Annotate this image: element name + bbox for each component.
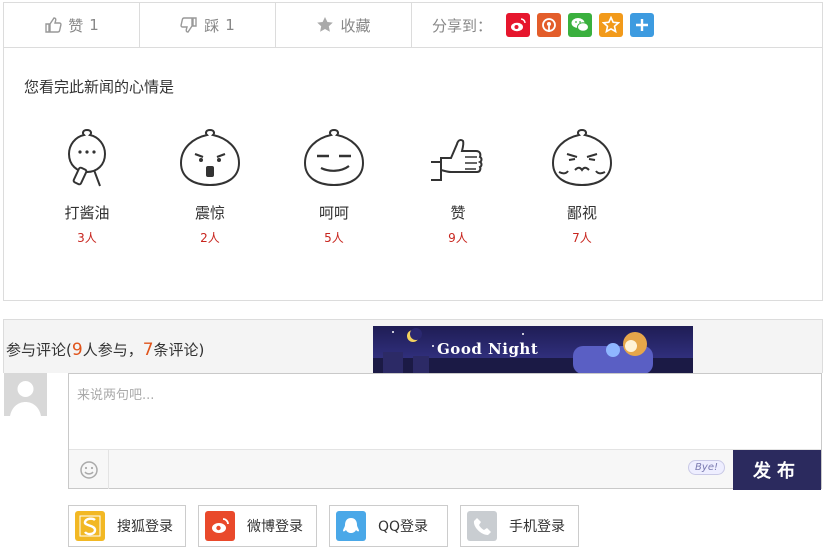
phone-icon (467, 511, 497, 541)
count-suffix: 条评论) (153, 341, 205, 359)
mood-item-like[interactable]: 赞 9人 (413, 124, 503, 246)
like-label: 赞 (68, 16, 84, 35)
share-weibo-button[interactable] (506, 13, 530, 37)
like-button[interactable]: 赞 1 (4, 3, 139, 47)
phone-login-button[interactable]: 手机登录 (460, 505, 579, 547)
like-count: 1 (89, 16, 99, 34)
dislike-label: 踩 (204, 16, 220, 35)
bye-badge: Bye! (688, 460, 725, 475)
comments-header: 参与评论(9人参与，7条评论) Good Night (3, 319, 823, 374)
comments-title: 参与评论(9人参与，7条评论) (6, 339, 204, 360)
participants-suffix: 人参与， (82, 341, 143, 359)
comment-toolbar: Bye! 发布 (69, 449, 821, 490)
mood-count: 3人 (77, 231, 97, 245)
smiley-icon (79, 460, 98, 479)
share-more-button[interactable] (630, 13, 654, 37)
mood-item-soy-sauce[interactable]: 打酱油 3人 (42, 124, 132, 246)
emoji-button[interactable] (69, 450, 109, 489)
weibo-login-label: 微博登录 (247, 519, 303, 535)
good-night-banner: Good Night (373, 326, 693, 374)
weibo-login-button[interactable]: 微博登录 (198, 505, 317, 547)
weibo-icon (205, 511, 235, 541)
mood-label: 呵呵 (318, 204, 349, 222)
favorite-label: 收藏 (340, 16, 371, 35)
mood-panel: 您看完此新闻的心情是 打酱油 3人 震惊 2人 呵呵 5人 赞 9人 鄙视 7人 (3, 48, 823, 301)
qq-login-label: QQ登录 (378, 519, 429, 535)
mood-count: 2人 (200, 231, 220, 245)
sohu-login-label: 搜狐登录 (117, 519, 173, 535)
share-qzone-button[interactable] (599, 13, 623, 37)
participant-count: 9 (71, 340, 83, 360)
qq-login-button[interactable]: QQ登录 (329, 505, 448, 547)
thumbs-up-drawing-icon (431, 139, 483, 181)
mood-label: 打酱油 (64, 204, 110, 222)
mood-item-despise[interactable]: 鄙视 7人 (537, 124, 627, 246)
mood-item-hehe[interactable]: 呵呵 5人 (289, 124, 379, 246)
comment-input[interactable] (69, 374, 821, 449)
thumbs-down-icon (180, 17, 197, 33)
tencent-weibo-icon (542, 18, 556, 32)
share-tencent-weibo-button[interactable] (537, 13, 561, 37)
smirk-bun-icon (303, 128, 365, 187)
share-wechat-button[interactable] (568, 13, 592, 37)
star-icon (317, 17, 334, 32)
qzone-star-icon (602, 16, 620, 34)
divider (411, 3, 412, 47)
mood-label: 震惊 (194, 204, 225, 222)
phone-login-label: 手机登录 (509, 519, 565, 535)
plus-icon (636, 19, 648, 31)
mood-title: 您看完此新闻的心情是 (24, 78, 175, 96)
despise-bun-icon (551, 128, 613, 187)
mood-item-shocked[interactable]: 震惊 2人 (165, 124, 255, 246)
publish-button[interactable]: 发布 (733, 450, 821, 490)
dislike-button[interactable]: 踩 1 (140, 3, 275, 47)
shocked-bun-icon (179, 128, 241, 187)
share-label: 分享到： (432, 16, 493, 35)
mood-label: 鄙视 (566, 204, 597, 222)
action-bar: 赞 1 踩 1 收藏 分享到： (3, 2, 823, 48)
mood-count: 9人 (448, 231, 468, 245)
mood-label: 赞 (450, 204, 466, 222)
weibo-icon (511, 18, 526, 32)
comment-box: Bye! 发布 (68, 373, 822, 490)
favorite-button[interactable]: 收藏 (276, 3, 411, 47)
comments-title-prefix: 参与评论( (6, 341, 72, 359)
sohu-login-button[interactable]: 搜狐登录 (68, 505, 186, 547)
avatar (4, 373, 47, 416)
wechat-icon (571, 18, 589, 32)
dislike-count: 1 (225, 16, 235, 34)
soy-sauce-bun-icon (67, 128, 107, 187)
comment-count: 7 (142, 340, 154, 360)
thumbs-up-icon (45, 17, 62, 33)
default-user-icon (4, 373, 47, 416)
mood-count: 7人 (572, 231, 592, 245)
sohu-icon (75, 511, 105, 541)
banner-text: Good Night (437, 340, 539, 358)
qq-penguin-icon (336, 511, 366, 541)
mood-count: 5人 (324, 231, 344, 245)
